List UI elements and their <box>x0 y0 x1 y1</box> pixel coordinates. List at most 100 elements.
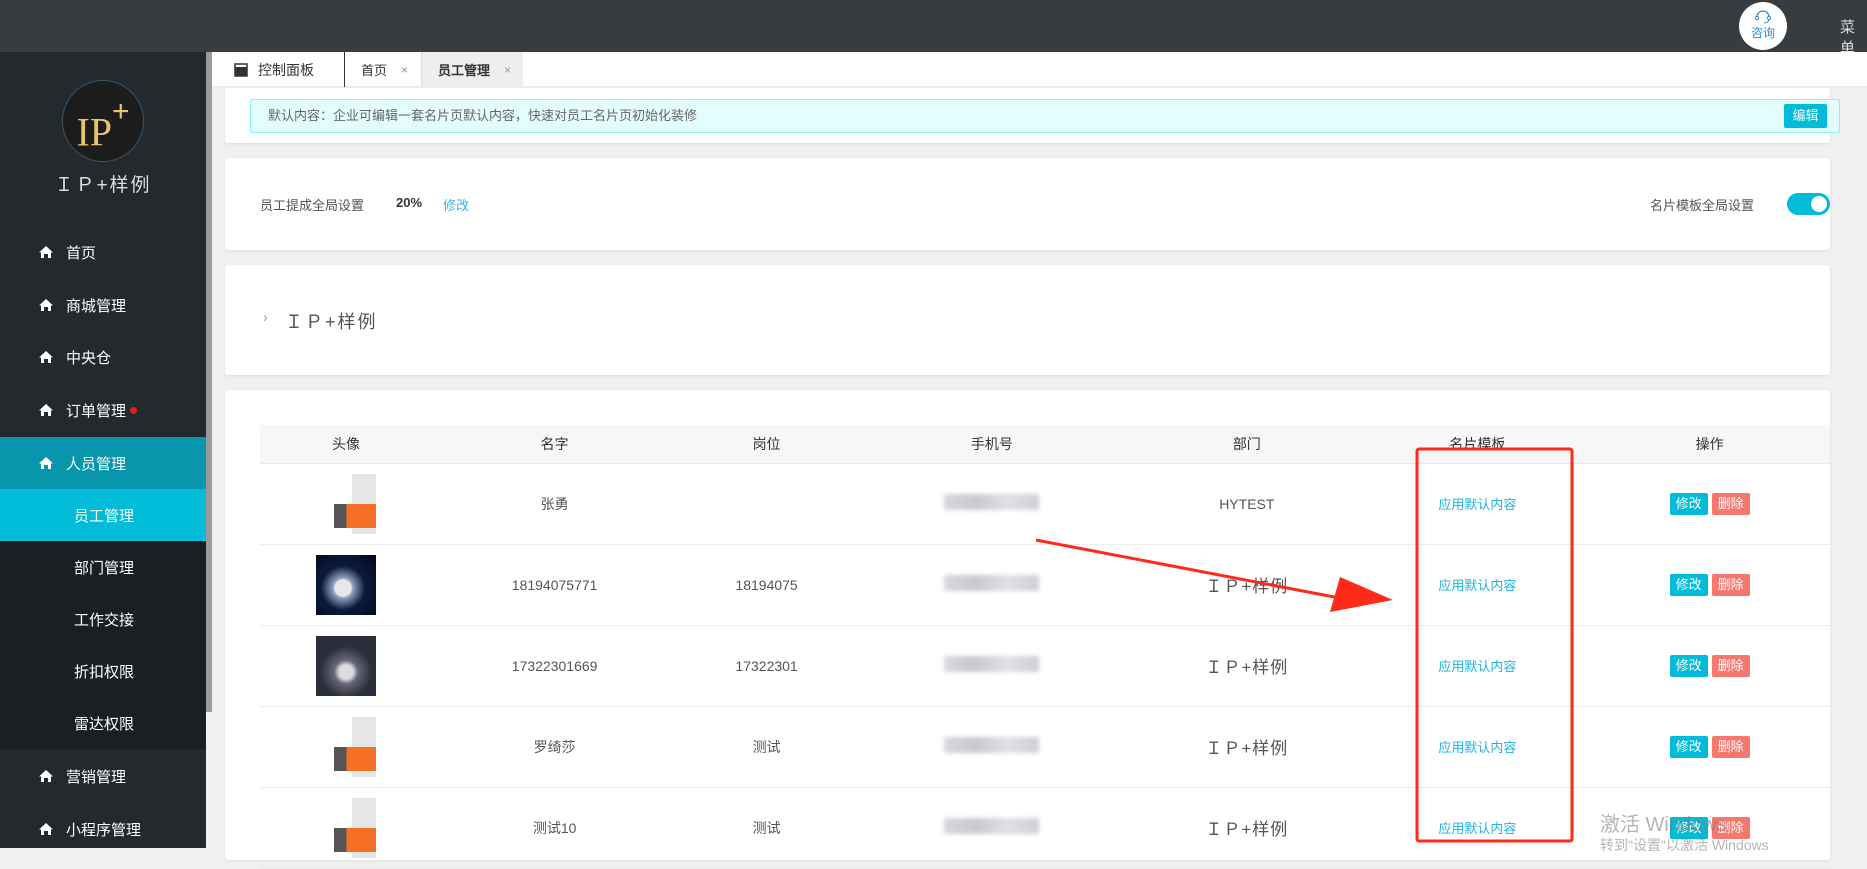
edit-button[interactable]: 修改 <box>1669 735 1708 758</box>
delete-button[interactable]: 删除 <box>1711 735 1750 758</box>
sidebar-item-label: 中央仓 <box>66 349 112 367</box>
brand-name: ＩＰ+样例 <box>54 175 152 196</box>
staff-table-card: 头像 名字 岗位 手机号 部门 名片模板 操作 张勇 HYTEST 应用默认内容 修改 删除 1819… <box>225 390 1830 869</box>
notice-text: 默认内容：企业可编辑一套名片页默认内容，快速对员工名片页初始化装修 <box>268 108 698 123</box>
template-global-toggle[interactable] <box>1787 193 1830 215</box>
activation-watermark-title: 激活 Windows <box>1600 814 1727 836</box>
org-name[interactable]: ＩＰ+样例 <box>285 308 378 334</box>
sidebar-item[interactable]: 工作交接 <box>0 593 206 645</box>
column-header: 头像 <box>260 425 432 464</box>
sidebar-item[interactable]: 订单管理 <box>0 384 206 436</box>
sidebar-item-label: 营销管理 <box>66 768 127 786</box>
table-row: 罗绮莎 测试 ＩＰ+样例 应用默认内容 修改 删除 <box>260 706 1830 788</box>
avatar <box>315 797 376 858</box>
apply-default-template-link[interactable]: 应用默认内容 <box>1438 821 1516 836</box>
column-header: 手机号 <box>855 425 1128 464</box>
modify-commission-link[interactable]: 修改 <box>443 195 469 214</box>
sidebar-item[interactable]: 小程序管理 <box>0 803 206 855</box>
avatar <box>315 716 376 777</box>
tab-home[interactable]: 首页 × <box>345 52 422 87</box>
sidebar-item[interactable]: 人员管理 <box>0 437 206 489</box>
top-bar: 咨询 菜单 <box>0 0 1867 57</box>
tab-bar: 控制面板 首页 × 员工管理 × <box>212 52 1867 87</box>
apply-default-template-link[interactable]: 应用默认内容 <box>1438 497 1516 512</box>
column-header: 名字 <box>431 425 678 464</box>
avatar <box>315 635 376 696</box>
apply-default-template-link[interactable]: 应用默认内容 <box>1438 578 1516 593</box>
staff-name: 17322301669 <box>431 625 678 707</box>
home-icon <box>39 404 53 416</box>
avatar <box>315 473 376 534</box>
sidebar-item[interactable]: 员工管理 <box>0 489 206 541</box>
staff-position: 测试 <box>677 706 856 788</box>
delete-button[interactable]: 删除 <box>1711 654 1750 677</box>
staff-position: 17322301 <box>677 625 856 707</box>
sidebar-item[interactable]: 折扣权限 <box>0 645 206 697</box>
table-row: 张勇 HYTEST 应用默认内容 修改 删除 <box>260 463 1830 545</box>
staff-name: 张勇 <box>431 463 678 545</box>
sidebar-item[interactable]: 雷达权限 <box>0 697 206 749</box>
home-icon <box>39 351 53 363</box>
sidebar-item-label: 订单管理 <box>66 402 127 420</box>
close-icon[interactable]: × <box>504 63 511 77</box>
settings-card: 员工提成全局设置 20% 修改 名片模板全局设置 <box>225 158 1830 250</box>
notification-dot <box>130 406 138 414</box>
staff-table: 头像 名字 岗位 手机号 部门 名片模板 操作 张勇 HYTEST 应用默认内容 修改 删除 1819… <box>260 425 1830 869</box>
apply-default-template-link[interactable]: 应用默认内容 <box>1438 740 1516 755</box>
apply-default-template-link[interactable]: 应用默认内容 <box>1438 659 1516 674</box>
home-icon <box>39 246 53 258</box>
delete-button[interactable]: 删除 <box>1711 573 1750 596</box>
headset-icon <box>1754 10 1772 24</box>
close-icon[interactable]: × <box>401 63 408 77</box>
commission-label: 员工提成全局设置 <box>260 198 365 213</box>
edit-button[interactable]: 修改 <box>1669 654 1708 677</box>
table-row: 测试10 测试 ＩＰ+样例 应用默认内容 修改 删除 <box>260 787 1830 869</box>
column-header: 岗位 <box>677 425 856 464</box>
commission-value: 20% <box>396 195 423 210</box>
consult-button[interactable]: 咨询 <box>1739 2 1787 50</box>
phone-redacted <box>944 737 1040 753</box>
sidebar-item-label: 小程序管理 <box>66 821 142 839</box>
staff-position <box>677 463 856 545</box>
sidebar-item[interactable]: 首页 <box>0 226 206 278</box>
edit-default-button[interactable]: 编辑 <box>1784 104 1827 128</box>
home-icon <box>39 823 53 835</box>
column-header: 名片模板 <box>1365 425 1590 464</box>
table-row: 17322301669 17322301 ＩＰ+样例 应用默认内容 修改 删除 <box>260 625 1830 707</box>
table-row: 18194075771 18194075 ＩＰ+样例 应用默认内容 修改 删除 <box>260 544 1830 626</box>
delete-button[interactable]: 删除 <box>1711 492 1750 515</box>
staff-name: 罗绮莎 <box>431 706 678 788</box>
sidebar-item-label: 商城管理 <box>66 297 127 315</box>
tab-staff-management[interactable]: 员工管理 × <box>422 52 523 87</box>
sidebar-item[interactable]: 营销管理 <box>0 750 206 802</box>
staff-name: 测试10 <box>431 787 678 869</box>
home-icon <box>39 770 53 782</box>
sidebar-item-label: 雷达权限 <box>74 715 135 733</box>
edit-button[interactable]: 修改 <box>1669 492 1708 515</box>
home-icon <box>39 299 53 311</box>
sidebar-item[interactable]: 中央仓 <box>0 331 206 383</box>
tab-dashboard[interactable]: 控制面板 <box>212 52 345 87</box>
notice-banner: 默认内容：企业可编辑一套名片页默认内容，快速对员工名片页初始化装修 编辑 <box>250 99 1840 133</box>
chevron-right-icon[interactable]: › <box>263 309 268 325</box>
sidebar-item-label: 折扣权限 <box>74 663 135 681</box>
sidebar-item-label: 首页 <box>66 244 97 262</box>
staff-name: 18194075771 <box>431 544 678 626</box>
phone-redacted <box>944 575 1040 591</box>
sidebar-item[interactable]: 部门管理 <box>0 541 206 593</box>
home-icon <box>39 457 53 469</box>
brand-logo: IP+ <box>62 80 144 162</box>
activation-watermark-subtitle: 转到"设置"以激活 Windows <box>1600 837 1769 853</box>
staff-position: 18194075 <box>677 544 856 626</box>
staff-dept: ＩＰ+样例 <box>1128 706 1366 788</box>
sidebar-item-label: 部门管理 <box>74 559 135 577</box>
sidebar-scrollbar[interactable] <box>206 52 212 712</box>
phone-redacted <box>944 656 1040 672</box>
sidebar-item[interactable]: 商城管理 <box>0 279 206 331</box>
template-setting-label: 名片模板全局设置 <box>1650 198 1755 213</box>
column-header: 操作 <box>1589 425 1830 464</box>
dashboard-icon <box>234 62 248 77</box>
notice-card: 默认内容：企业可编辑一套名片页默认内容，快速对员工名片页初始化装修 编辑 <box>225 88 1840 143</box>
edit-button[interactable]: 修改 <box>1669 573 1708 596</box>
sidebar-item-label: 员工管理 <box>74 507 135 525</box>
